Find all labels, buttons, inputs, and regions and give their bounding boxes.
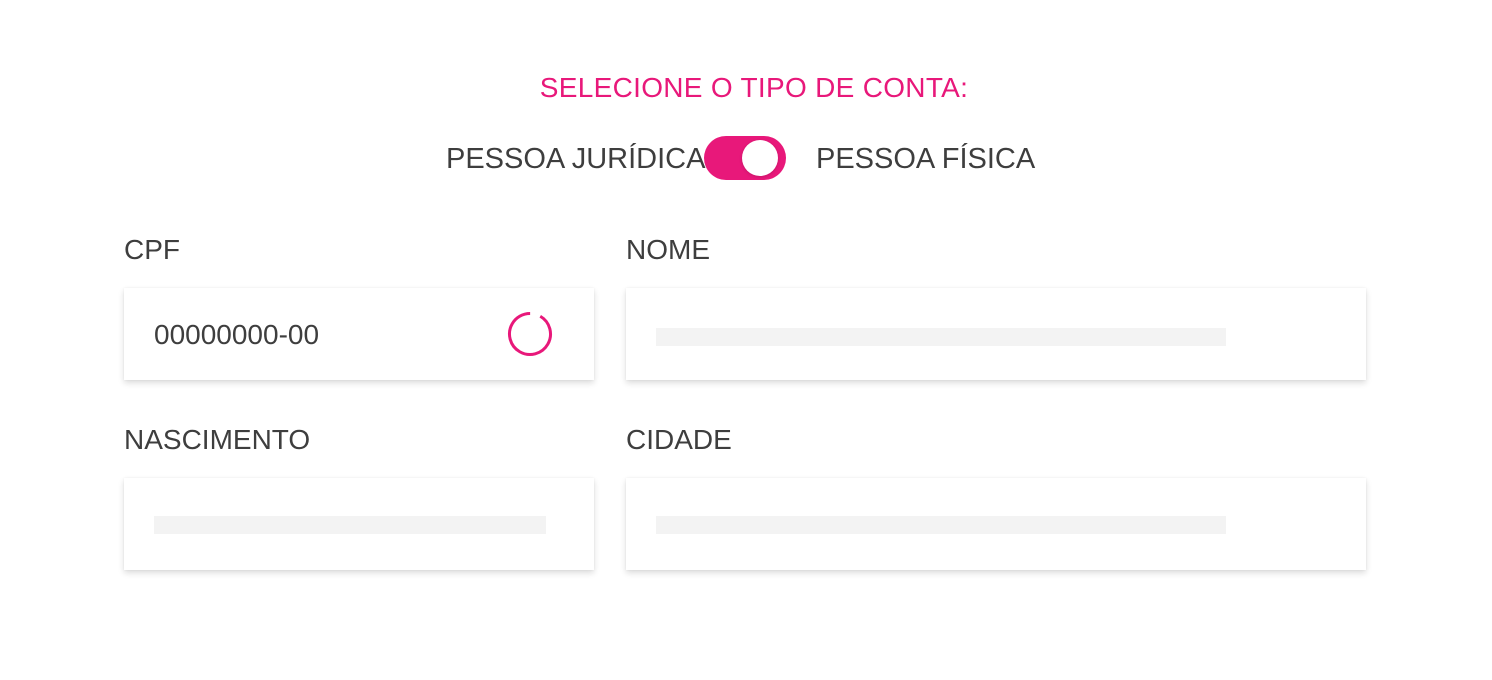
cidade-label: CIDADE — [626, 424, 732, 455]
nome-field[interactable] — [626, 288, 1366, 380]
pessoa-fisica-label[interactable]: PESSOA FÍSICA — [816, 142, 1035, 176]
pessoa-juridica-label[interactable]: PESSOA JURÍDICA — [446, 142, 705, 176]
account-type-selector: PESSOA JURÍDICA PESSOA FÍSICA — [0, 136, 1492, 180]
loading-spinner-icon — [508, 312, 552, 356]
nascimento-label: NASCIMENTO — [124, 424, 311, 455]
nascimento-skeleton-placeholder — [154, 516, 546, 534]
account-type-toggle[interactable] — [704, 136, 786, 180]
nascimento-field[interactable] — [124, 478, 594, 570]
cidade-field[interactable] — [626, 478, 1366, 570]
toggle-knob — [742, 140, 778, 176]
nome-skeleton-placeholder — [656, 328, 1226, 346]
account-form-page: SELECIONE O TIPO DE CONTA: PESSOA JURÍDI… — [0, 0, 1492, 680]
cidade-skeleton-placeholder — [656, 516, 1226, 534]
nome-label: NOME — [626, 234, 710, 265]
account-type-title: SELECIONE O TIPO DE CONTA: — [539, 72, 969, 103]
cpf-input[interactable] — [154, 318, 484, 352]
cpf-label: CPF — [124, 234, 180, 265]
cpf-field[interactable] — [124, 288, 594, 380]
